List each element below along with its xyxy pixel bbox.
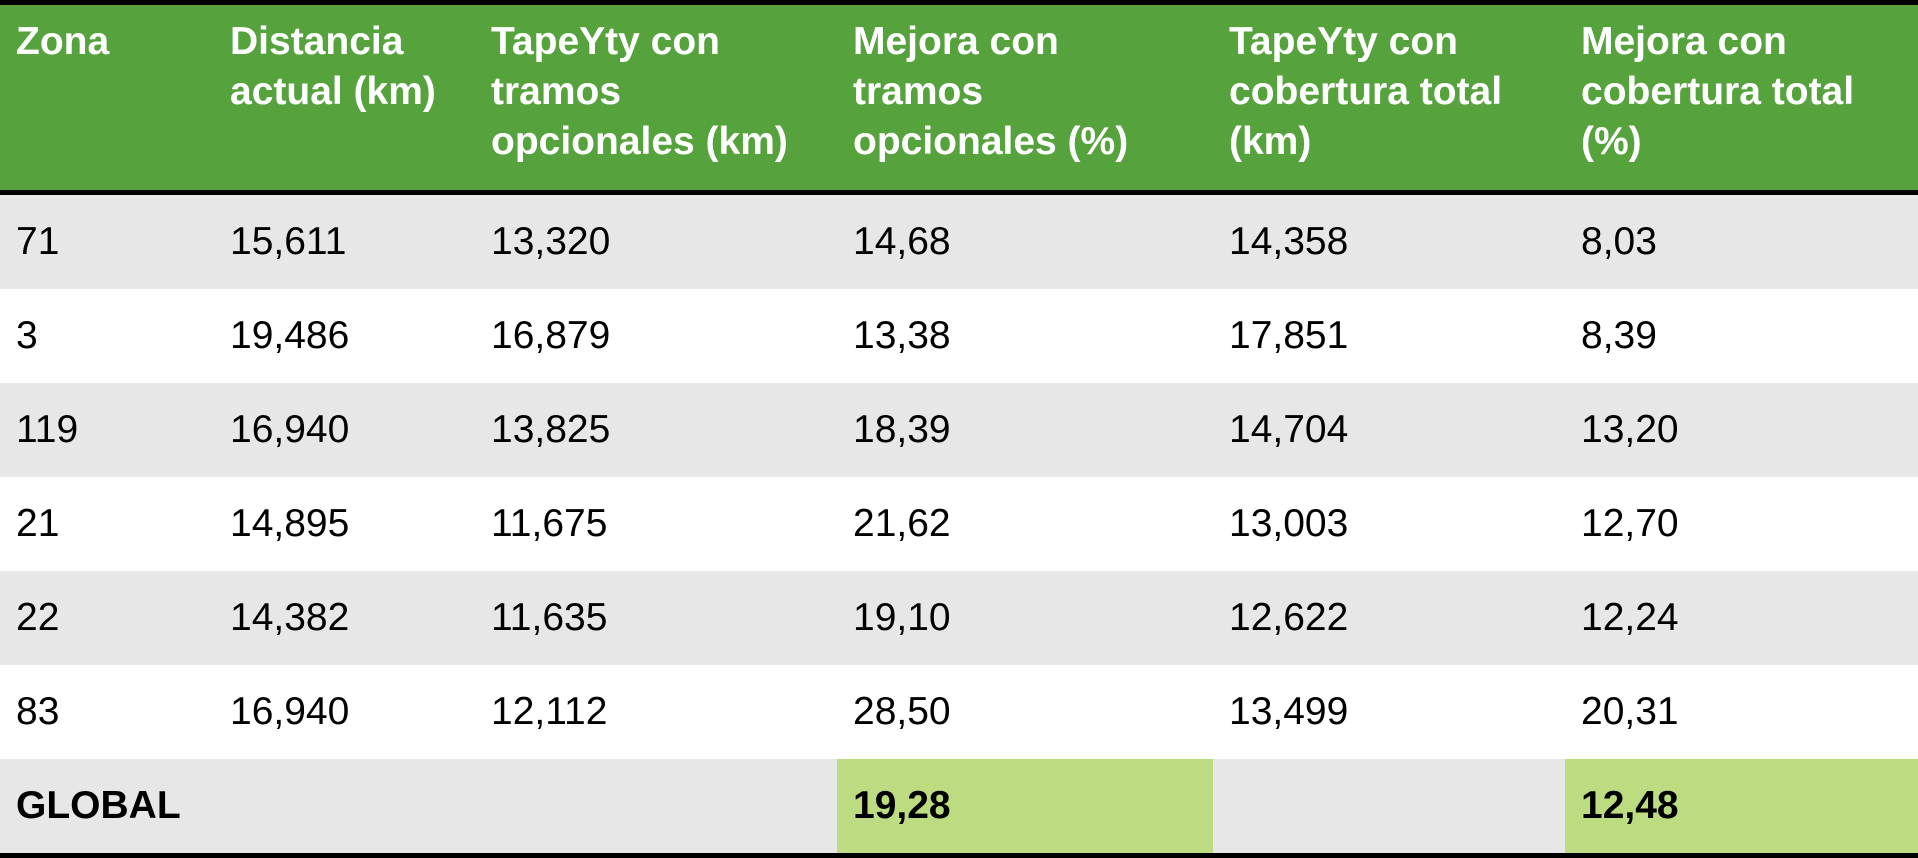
header-mejora-cobertura: Mejora con cobertura total (%)	[1565, 0, 1918, 195]
cell-mejora-tramos: 28,50	[837, 665, 1213, 759]
cell-tapeyty-tramos: 16,879	[475, 289, 837, 383]
cell-tapeyty-tramos: 13,320	[475, 192, 837, 289]
cell-tapeyty-cobertura: 14,358	[1213, 192, 1565, 289]
cell-zona: 83	[0, 665, 214, 759]
cell-distancia: 16,940	[214, 665, 475, 759]
cell-tapeyty-cobertura: 13,003	[1213, 477, 1565, 571]
cell-tapeyty-tramos: 12,112	[475, 665, 837, 759]
cell-mejora-cobertura: 20,31	[1565, 665, 1918, 759]
cell-zona: 71	[0, 192, 214, 289]
cell-mejora-cobertura: 13,20	[1565, 383, 1918, 477]
cell-distancia: 15,611	[214, 192, 475, 289]
cell-mejora-tramos: 13,38	[837, 289, 1213, 383]
header-mejora-tramos: Mejora con tramos opcionales (%)	[837, 0, 1213, 195]
cell-tapeyty-cobertura: 13,499	[1213, 665, 1565, 759]
cell-mejora-cobertura: 8,39	[1565, 289, 1918, 383]
global-row: GLOBAL 19,28 12,48	[0, 759, 1918, 858]
cell-mejora-tramos: 21,62	[837, 477, 1213, 571]
cell-distancia: 14,382	[214, 571, 475, 665]
cell-distancia: 19,486	[214, 289, 475, 383]
header-zona: Zona	[0, 0, 214, 195]
table-row: 71 15,611 13,320 14,68 14,358 8,03	[0, 192, 1918, 289]
header-distancia-actual: Distancia actual (km)	[214, 0, 475, 195]
global-mejora-cobertura: 12,48	[1565, 759, 1918, 858]
global-mejora-tramos: 19,28	[837, 759, 1213, 858]
header-row: Zona Distancia actual (km) TapeYty con t…	[0, 0, 1918, 195]
header-tapeyty-cobertura: TapeYty con cobertura total (km)	[1213, 0, 1565, 195]
cell-mejora-tramos: 14,68	[837, 192, 1213, 289]
cell-tapeyty-cobertura: 17,851	[1213, 289, 1565, 383]
cell-mejora-cobertura: 12,70	[1565, 477, 1918, 571]
global-label: GLOBAL	[0, 759, 837, 858]
cell-mejora-cobertura: 8,03	[1565, 192, 1918, 289]
cell-zona: 119	[0, 383, 214, 477]
cell-distancia: 16,940	[214, 383, 475, 477]
table-row: 21 14,895 11,675 21,62 13,003 12,70	[0, 477, 1918, 571]
cell-zona: 22	[0, 571, 214, 665]
header-tapeyty-tramos: TapeYty con tramos opcionales (km)	[475, 0, 837, 195]
cell-mejora-cobertura: 12,24	[1565, 571, 1918, 665]
cell-tapeyty-cobertura: 12,622	[1213, 571, 1565, 665]
cell-tapeyty-tramos: 11,675	[475, 477, 837, 571]
global-empty-cell	[1213, 759, 1565, 858]
table-row: 3 19,486 16,879 13,38 17,851 8,39	[0, 289, 1918, 383]
cell-distancia: 14,895	[214, 477, 475, 571]
cell-tapeyty-tramos: 13,825	[475, 383, 837, 477]
results-table: Zona Distancia actual (km) TapeYty con t…	[0, 0, 1918, 858]
cell-mejora-tramos: 18,39	[837, 383, 1213, 477]
results-table-container: Zona Distancia actual (km) TapeYty con t…	[0, 0, 1918, 858]
cell-tapeyty-tramos: 11,635	[475, 571, 837, 665]
table-row: 83 16,940 12,112 28,50 13,499 20,31	[0, 665, 1918, 759]
cell-mejora-tramos: 19,10	[837, 571, 1213, 665]
cell-zona: 21	[0, 477, 214, 571]
cell-tapeyty-cobertura: 14,704	[1213, 383, 1565, 477]
table-row: 22 14,382 11,635 19,10 12,622 12,24	[0, 571, 1918, 665]
table-row: 119 16,940 13,825 18,39 14,704 13,20	[0, 383, 1918, 477]
cell-zona: 3	[0, 289, 214, 383]
